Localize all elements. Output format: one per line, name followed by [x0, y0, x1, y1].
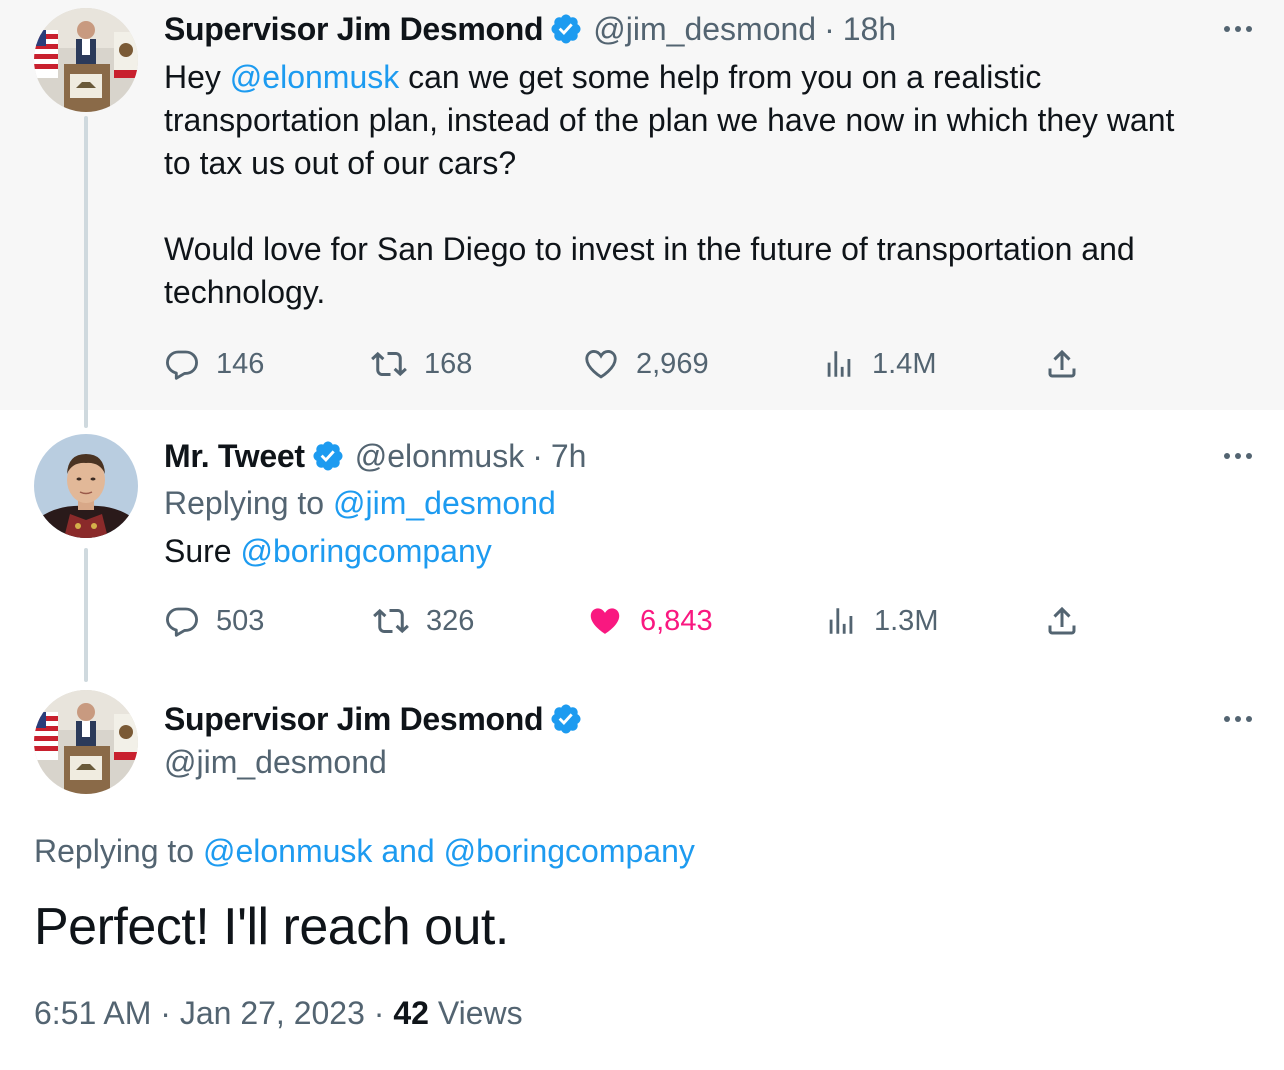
views-icon	[829, 608, 853, 634]
thread-connector	[84, 548, 88, 682]
mention-link[interactable]: @elonmusk	[230, 59, 399, 95]
views-label: Views	[437, 995, 523, 1031]
tweet-time[interactable]: 7h	[551, 438, 587, 475]
retweet-count: 326	[426, 604, 475, 637]
author-handle[interactable]: @elonmusk	[355, 438, 524, 475]
tweet-line: transportation plan, instead of the plan…	[164, 102, 1175, 138]
author-name[interactable]: Supervisor Jim Desmond	[164, 701, 544, 738]
tweet1-body: Hey @elonmusk can we get some help from …	[164, 56, 1254, 314]
separator-dot: ·	[151, 995, 180, 1031]
author-handle[interactable]: @jim_desmond	[164, 741, 387, 784]
share-button[interactable]	[1044, 601, 1080, 641]
more-icon[interactable]	[1224, 26, 1252, 32]
tweet-metadata: 6:51 AM · Jan 27, 2023 · 42 Views	[34, 995, 523, 1032]
separator-dot: ·	[364, 995, 394, 1031]
like-count: 2,969	[636, 347, 709, 380]
reply-button[interactable]: 146	[164, 344, 264, 384]
views-button[interactable]: 1.4M	[822, 344, 936, 384]
author-name[interactable]: Supervisor Jim Desmond	[164, 11, 544, 48]
avatar-jim-desmond[interactable]	[34, 8, 138, 112]
avatar-jim-desmond[interactable]	[34, 690, 138, 794]
focused-tweet-text: Perfect! I'll reach out.	[34, 898, 509, 956]
like-count: 6,843	[640, 604, 713, 637]
tweet-line: Hey @elonmusk can we get some help from …	[164, 56, 1254, 99]
retweet-icon	[373, 608, 409, 634]
tweet-text: Hey	[164, 59, 221, 95]
replying-to: Replying to @jim_desmond	[164, 482, 556, 525]
tweet-line: technology.	[164, 274, 326, 310]
avatar-mr-tweet[interactable]	[34, 434, 138, 538]
tweet2-header: Mr. Tweet @elonmusk · 7h	[164, 434, 586, 478]
verified-badge-icon	[549, 12, 583, 46]
share-button[interactable]	[1044, 344, 1080, 384]
views-button[interactable]: 1.3M	[824, 601, 938, 641]
tweet-time[interactable]: 6:51 AM	[34, 995, 151, 1031]
tweet-line: to tax us out of our cars?	[164, 145, 517, 181]
more-icon[interactable]	[1224, 716, 1252, 722]
views-icon	[827, 351, 851, 377]
like-icon	[590, 608, 620, 634]
reply-button[interactable]: 503	[164, 601, 264, 641]
tweet1-header: Supervisor Jim Desmond @jim_desmond · 18…	[164, 7, 896, 51]
share-icon	[1048, 606, 1076, 635]
tweet2-body: Sure @boringcompany	[164, 530, 492, 573]
separator-dot: ·	[532, 437, 543, 474]
like-button[interactable]: 6,843	[586, 601, 713, 641]
tweet-line: Would love for San Diego to invest in th…	[164, 231, 1135, 267]
tweet-text: Sure	[164, 533, 232, 569]
replying-handle-link[interactable]: @elonmusk and @boringcompany	[203, 833, 695, 869]
retweet-icon	[371, 351, 407, 377]
views-count: 1.4M	[872, 347, 937, 380]
author-handle[interactable]: @jim_desmond	[593, 11, 816, 48]
tweet-time[interactable]: 18h	[843, 11, 896, 48]
verified-badge-icon	[311, 439, 345, 473]
tweet3-header: Supervisor Jim Desmond	[164, 697, 583, 741]
reply-count: 503	[216, 604, 265, 637]
replying-label: Replying to	[34, 833, 195, 869]
reply-icon	[166, 350, 198, 380]
mention-link[interactable]: @boringcompany	[240, 533, 491, 569]
reply-count: 146	[216, 347, 265, 380]
views-count: 1.3M	[874, 604, 939, 637]
like-button[interactable]: 2,969	[582, 344, 709, 384]
retweet-button[interactable]: 326	[372, 601, 474, 641]
replying-handle-link[interactable]: @jim_desmond	[333, 485, 556, 521]
tweet-text: can we get some help from you on a reali…	[408, 59, 1042, 95]
more-icon[interactable]	[1224, 453, 1252, 459]
separator-dot: ·	[824, 10, 835, 47]
retweet-button[interactable]: 168	[370, 344, 472, 384]
verified-badge-icon	[549, 702, 583, 736]
thread-connector	[84, 116, 88, 428]
author-name[interactable]: Mr. Tweet	[164, 438, 305, 475]
tweet-date[interactable]: Jan 27, 2023	[180, 995, 365, 1031]
views-count: 42	[393, 995, 429, 1031]
like-icon	[585, 349, 617, 379]
retweet-count: 168	[424, 347, 473, 380]
reply-icon	[166, 607, 198, 637]
share-icon	[1048, 349, 1076, 378]
replying-label: Replying to	[164, 485, 325, 521]
replying-to: Replying to @elonmusk and @boringcompany	[34, 830, 695, 873]
